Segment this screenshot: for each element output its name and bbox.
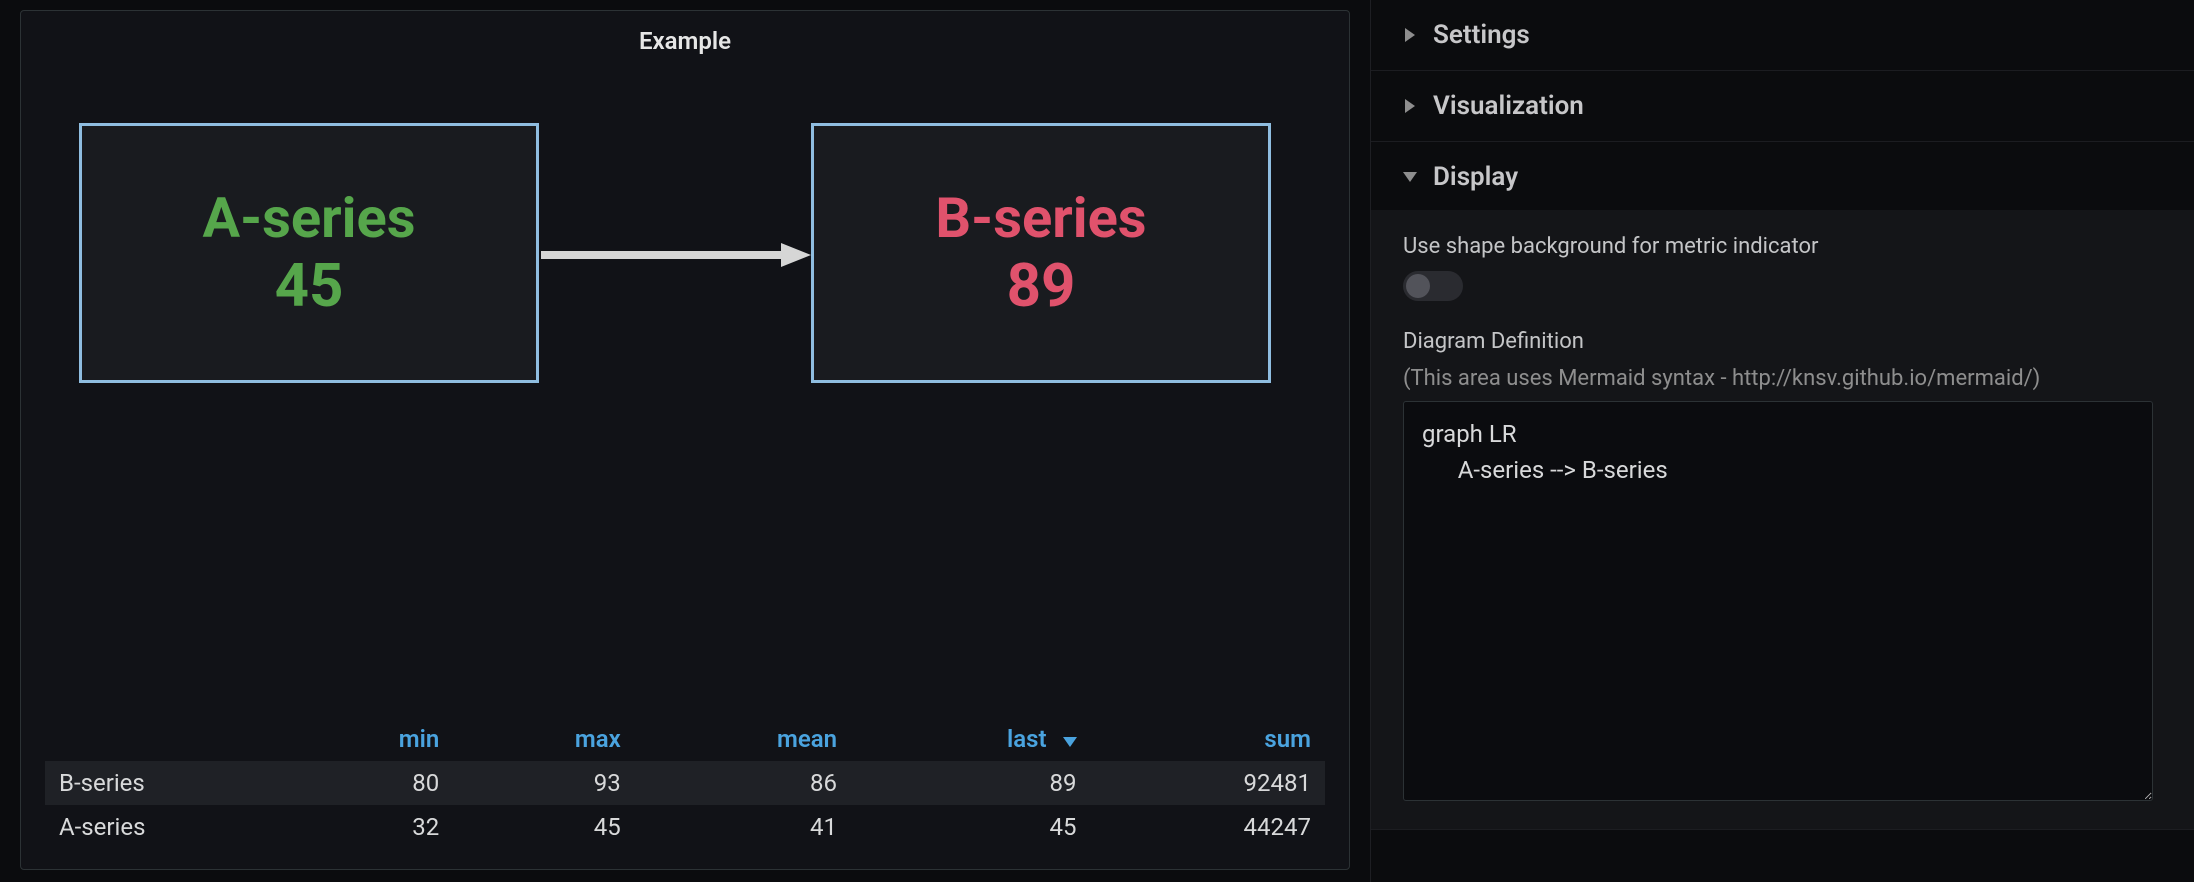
- panel-preview: Example A-series 45 B-series 89: [20, 10, 1350, 870]
- diagram-definition-hint: (This area uses Mermaid syntax - http://…: [1403, 366, 2162, 391]
- options-sidebar: Settings Visualization Display Use shape…: [1370, 0, 2194, 882]
- cell-last: 89: [851, 761, 1090, 805]
- diagram-node-b[interactable]: B-series 89: [811, 123, 1271, 383]
- shape-bg-label: Use shape background for metric indicato…: [1403, 234, 2162, 259]
- stats-col-last[interactable]: last: [851, 717, 1090, 761]
- chevron-down-icon: [1063, 725, 1077, 753]
- cell-max: 93: [453, 761, 634, 805]
- chevron-right-icon: [1403, 28, 1417, 42]
- section-visualization[interactable]: Visualization: [1403, 91, 2162, 121]
- node-value: 45: [275, 251, 344, 320]
- stats-table: min max mean last sum: [21, 713, 1349, 869]
- cell-max: 45: [453, 805, 634, 849]
- stats-col-last-label: last: [1007, 725, 1047, 753]
- stats-col-name[interactable]: [45, 717, 285, 761]
- toggle-knob: [1406, 274, 1430, 298]
- table-row[interactable]: B-series 80 93 86 89 92481: [45, 761, 1325, 805]
- stats-col-sum[interactable]: sum: [1091, 717, 1325, 761]
- cell-last: 45: [851, 805, 1090, 849]
- table-row[interactable]: A-series 32 45 41 45 44247: [45, 805, 1325, 849]
- chevron-right-icon: [1403, 99, 1417, 113]
- cell-sum: 44247: [1091, 805, 1325, 849]
- chevron-down-icon: [1403, 170, 1417, 184]
- cell-min: 80: [285, 761, 453, 805]
- diagram-canvas: A-series 45 B-series 89: [21, 61, 1349, 713]
- section-display[interactable]: Display: [1403, 162, 2162, 192]
- diagram-definition-label: Diagram Definition: [1403, 329, 2162, 354]
- diagram-definition-input[interactable]: [1403, 401, 2153, 801]
- stats-col-max[interactable]: max: [453, 717, 634, 761]
- cell-min: 32: [285, 805, 453, 849]
- cell-sum: 92481: [1091, 761, 1325, 805]
- arrow-icon: [541, 243, 811, 267]
- cell-mean: 41: [635, 805, 851, 849]
- section-settings[interactable]: Settings: [1403, 20, 2162, 50]
- cell-name: A-series: [45, 805, 285, 849]
- node-label: A-series: [202, 186, 415, 250]
- cell-name: B-series: [45, 761, 285, 805]
- section-label: Settings: [1433, 20, 1530, 50]
- node-value: 89: [1007, 251, 1076, 320]
- diagram-node-a[interactable]: A-series 45: [79, 123, 539, 383]
- stats-col-min[interactable]: min: [285, 717, 453, 761]
- stats-col-mean[interactable]: mean: [635, 717, 851, 761]
- section-label: Visualization: [1433, 91, 1584, 121]
- shape-bg-toggle[interactable]: [1403, 271, 1463, 301]
- panel-title[interactable]: Example: [21, 11, 1349, 61]
- cell-mean: 86: [635, 761, 851, 805]
- node-label: B-series: [935, 186, 1146, 250]
- section-label: Display: [1433, 162, 1518, 192]
